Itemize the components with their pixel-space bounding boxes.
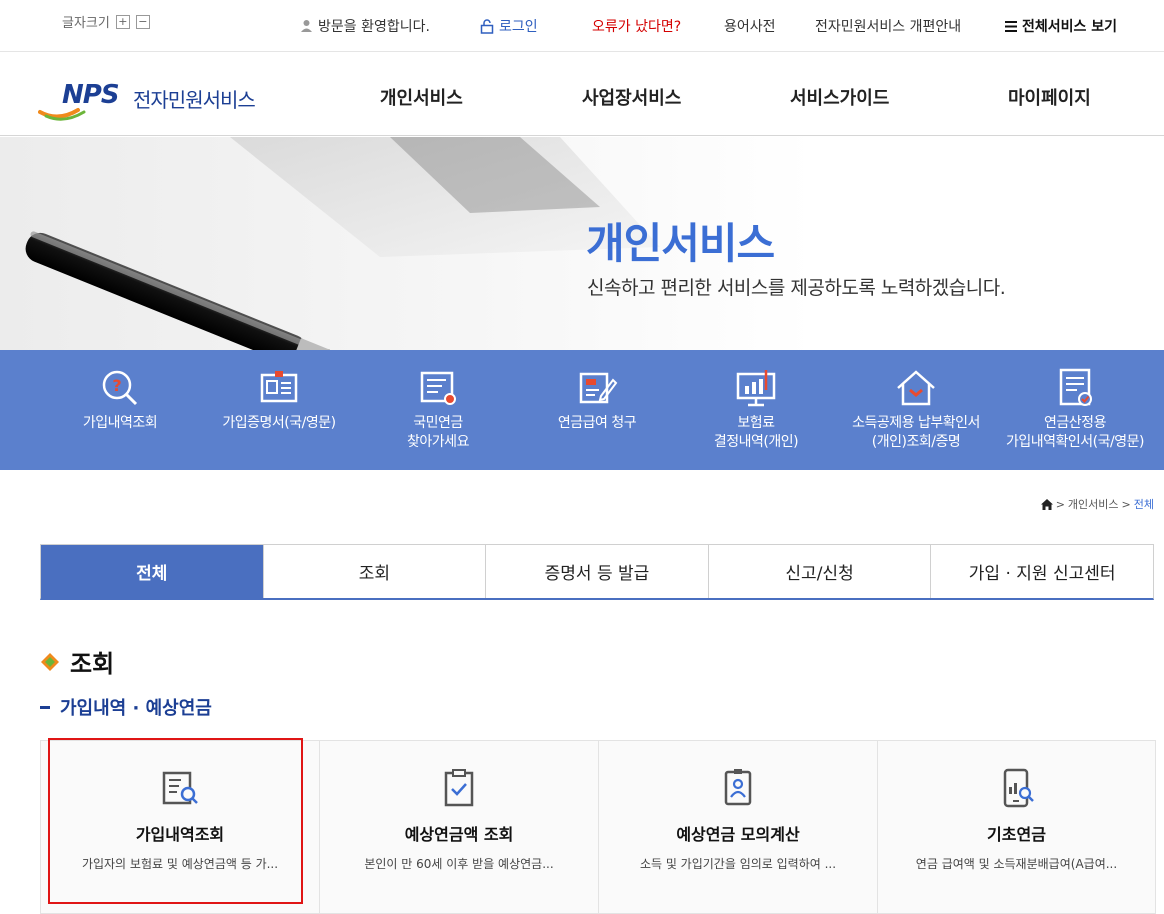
hero-banner: 개인서비스 신속하고 편리한 서비스를 제공하도록 노력하겠습니다. bbox=[0, 137, 1164, 350]
quick-item-enrollment-inquiry[interactable]: ? 가입내역조회 bbox=[45, 350, 195, 470]
subsection-heading: 가입내역 · 예상연금 bbox=[40, 694, 212, 720]
card-title: 예상연금 모의계산 bbox=[676, 825, 800, 844]
renewal-notice-label: 전자민원서비스 개편안내 bbox=[815, 19, 962, 35]
card-description: 가입자의 보험료 및 예상연금액 등 가... bbox=[81, 857, 279, 871]
card-pension-simulation[interactable]: 예상연금 모의계산 소득 및 가입기간을 임의로 입력하여 ... bbox=[598, 740, 877, 914]
subsection-title: 가입내역 · 예상연금 bbox=[60, 698, 212, 719]
nav-service-guide[interactable]: 서비스가이드 bbox=[790, 84, 889, 110]
tab-report-apply[interactable]: 신고/신청 bbox=[707, 545, 931, 598]
quick-item-tax-payment-confirmation[interactable]: 소득공제용 납부확인서 (개인)조회/증명 bbox=[841, 350, 991, 470]
clipboard-check-icon bbox=[444, 769, 474, 807]
card-basic-pension[interactable]: 기초연금 연금 급여액 및 소득재분배급여(A급여... bbox=[877, 740, 1156, 914]
tab-enrollment-support-center[interactable]: 가입 · 지원 신고센터 bbox=[930, 545, 1153, 598]
renewal-notice-link[interactable]: 전자민원서비스 개편안내 bbox=[815, 16, 961, 36]
lock-icon bbox=[480, 18, 494, 34]
mobile-chart-icon bbox=[1003, 768, 1034, 808]
diamond-bullet-icon bbox=[41, 652, 59, 671]
category-tabs: 전체 조회 증명서 등 발급 신고/신청 가입 · 지원 신고센터 bbox=[40, 544, 1154, 600]
font-decrease-button[interactable]: − bbox=[135, 14, 150, 29]
quick-label: 가입증명서(국/영문) bbox=[222, 415, 336, 431]
nav-business-services[interactable]: 사업장서비스 bbox=[582, 84, 681, 110]
all-services-button[interactable]: 전체서비스 보기 bbox=[1005, 16, 1117, 36]
id-certificate-icon bbox=[260, 371, 298, 403]
welcome-text: 방문을 환영합니다. bbox=[318, 19, 430, 35]
tab-all[interactable]: 전체 bbox=[41, 545, 263, 598]
hero-subtitle: 신속하고 편리한 서비스를 제공하도록 노력하겠습니다. bbox=[587, 277, 1006, 299]
font-size-label: 글자크기 bbox=[62, 16, 110, 31]
glossary-label: 용어사전 bbox=[724, 19, 776, 35]
login-label: 로그인 bbox=[499, 19, 538, 35]
card-description: 본인이 만 60세 이후 받을 예상연금... bbox=[364, 857, 554, 871]
card-title: 가입내역조회 bbox=[135, 825, 225, 844]
logo-service-text: 전자민원서비스 bbox=[133, 88, 256, 112]
card-expected-pension-inquiry[interactable]: 예상연금액 조회 본인이 만 60세 이후 받을 예상연금... bbox=[319, 740, 598, 914]
quick-label: 소득공제용 납부확인서 (개인)조회/증명 bbox=[852, 415, 980, 450]
quick-item-benefit-claim[interactable]: 연금급여 청구 bbox=[522, 350, 672, 470]
error-report-link[interactable]: 오류가 났다면? bbox=[592, 16, 681, 36]
service-card-list: 가입내역조회 가입자의 보험료 및 예상연금액 등 가... 예상연금액 조회 … bbox=[40, 740, 1164, 914]
quick-label: 연금급여 청구 bbox=[557, 415, 637, 431]
quick-item-enrollment-certificate[interactable]: 가입증명서(국/영문) bbox=[204, 350, 354, 470]
breadcrumb: > 개인서비스 > 전체 bbox=[1040, 496, 1154, 512]
section-title: 조회 bbox=[70, 650, 115, 678]
card-enrollment-inquiry[interactable]: 가입내역조회 가입자의 보험료 및 예상연금액 등 가... bbox=[40, 740, 319, 914]
search-question-icon: ? bbox=[102, 370, 138, 406]
quick-item-enrollment-confirmation[interactable]: 연금산정용 가입내역확인서(국/영문) bbox=[1000, 350, 1150, 470]
utility-bar: 글자크기 + − 방문을 환영합니다. 로그인 오류가 났다면? 용어사전 전자… bbox=[0, 0, 1164, 52]
quick-item-premium-history[interactable]: 보험료 결정내역(개인) bbox=[681, 350, 831, 470]
breadcrumb-separator: > bbox=[1055, 497, 1065, 511]
nav-my-page[interactable]: 마이페이지 bbox=[1008, 84, 1091, 110]
hero-title: 개인서비스 bbox=[586, 219, 775, 268]
tab-inquiry[interactable]: 조회 bbox=[262, 545, 486, 598]
breadcrumb-level1[interactable]: 개인서비스 bbox=[1068, 496, 1119, 512]
quick-label: 보험료 결정내역(개인) bbox=[713, 415, 799, 450]
breadcrumb-current: 전체 bbox=[1133, 498, 1154, 511]
house-icon bbox=[897, 370, 935, 406]
svg-text:?: ? bbox=[112, 376, 121, 395]
monitor-chart-icon bbox=[736, 370, 776, 407]
document-check-icon bbox=[1059, 368, 1092, 406]
menu-icon bbox=[1005, 20, 1017, 32]
glossary-link[interactable]: 용어사전 bbox=[724, 16, 776, 36]
quick-menu: ? 가입내역조회 가입증명서(국/영문) 국민연금 찾아가세요 연금급여 청구 … bbox=[0, 350, 1164, 470]
card-title: 기초연금 bbox=[987, 825, 1046, 844]
nav-personal-services[interactable]: 개인서비스 bbox=[380, 84, 463, 110]
document-edit-icon bbox=[579, 372, 618, 404]
quick-label: 국민연금 찾아가세요 bbox=[407, 415, 469, 450]
all-services-label: 전체서비스 보기 bbox=[1022, 19, 1118, 35]
quick-item-find-pension[interactable]: 국민연금 찾아가세요 bbox=[363, 350, 513, 470]
breadcrumb-separator: > bbox=[1121, 497, 1131, 511]
card-description: 연금 급여액 및 소득재분배급여(A급여... bbox=[915, 857, 1118, 871]
document-search-icon bbox=[162, 771, 198, 805]
font-increase-button[interactable]: + bbox=[115, 14, 130, 29]
logo-nps-text: NPS bbox=[62, 80, 120, 110]
welcome-message: 방문을 환영합니다. bbox=[300, 16, 430, 36]
card-title: 예상연금액 조회 bbox=[404, 825, 514, 844]
card-description: 소득 및 가입기간을 임의로 입력하여 ... bbox=[639, 857, 837, 871]
quick-label: 연금산정용 가입내역확인서(국/영문) bbox=[1006, 415, 1144, 450]
home-icon[interactable] bbox=[1040, 498, 1053, 510]
document-search-icon bbox=[420, 371, 456, 405]
dash-bullet-icon bbox=[40, 705, 50, 709]
nps-logo[interactable]: NPS 전자민원서비스 bbox=[38, 76, 278, 121]
user-icon bbox=[301, 20, 312, 32]
font-size-control: 글자크기 + − bbox=[62, 12, 150, 31]
main-header: NPS 전자민원서비스 개인서비스 사업장서비스 서비스가이드 마이페이지 bbox=[0, 60, 1164, 136]
quick-label: 가입내역조회 bbox=[82, 415, 158, 431]
section-heading: 조회 bbox=[40, 644, 114, 679]
person-badge-icon bbox=[724, 769, 752, 806]
tab-certificates[interactable]: 증명서 등 발급 bbox=[485, 545, 708, 598]
error-report-label: 오류가 났다면? bbox=[592, 19, 682, 35]
login-link[interactable]: 로그인 bbox=[480, 16, 538, 36]
